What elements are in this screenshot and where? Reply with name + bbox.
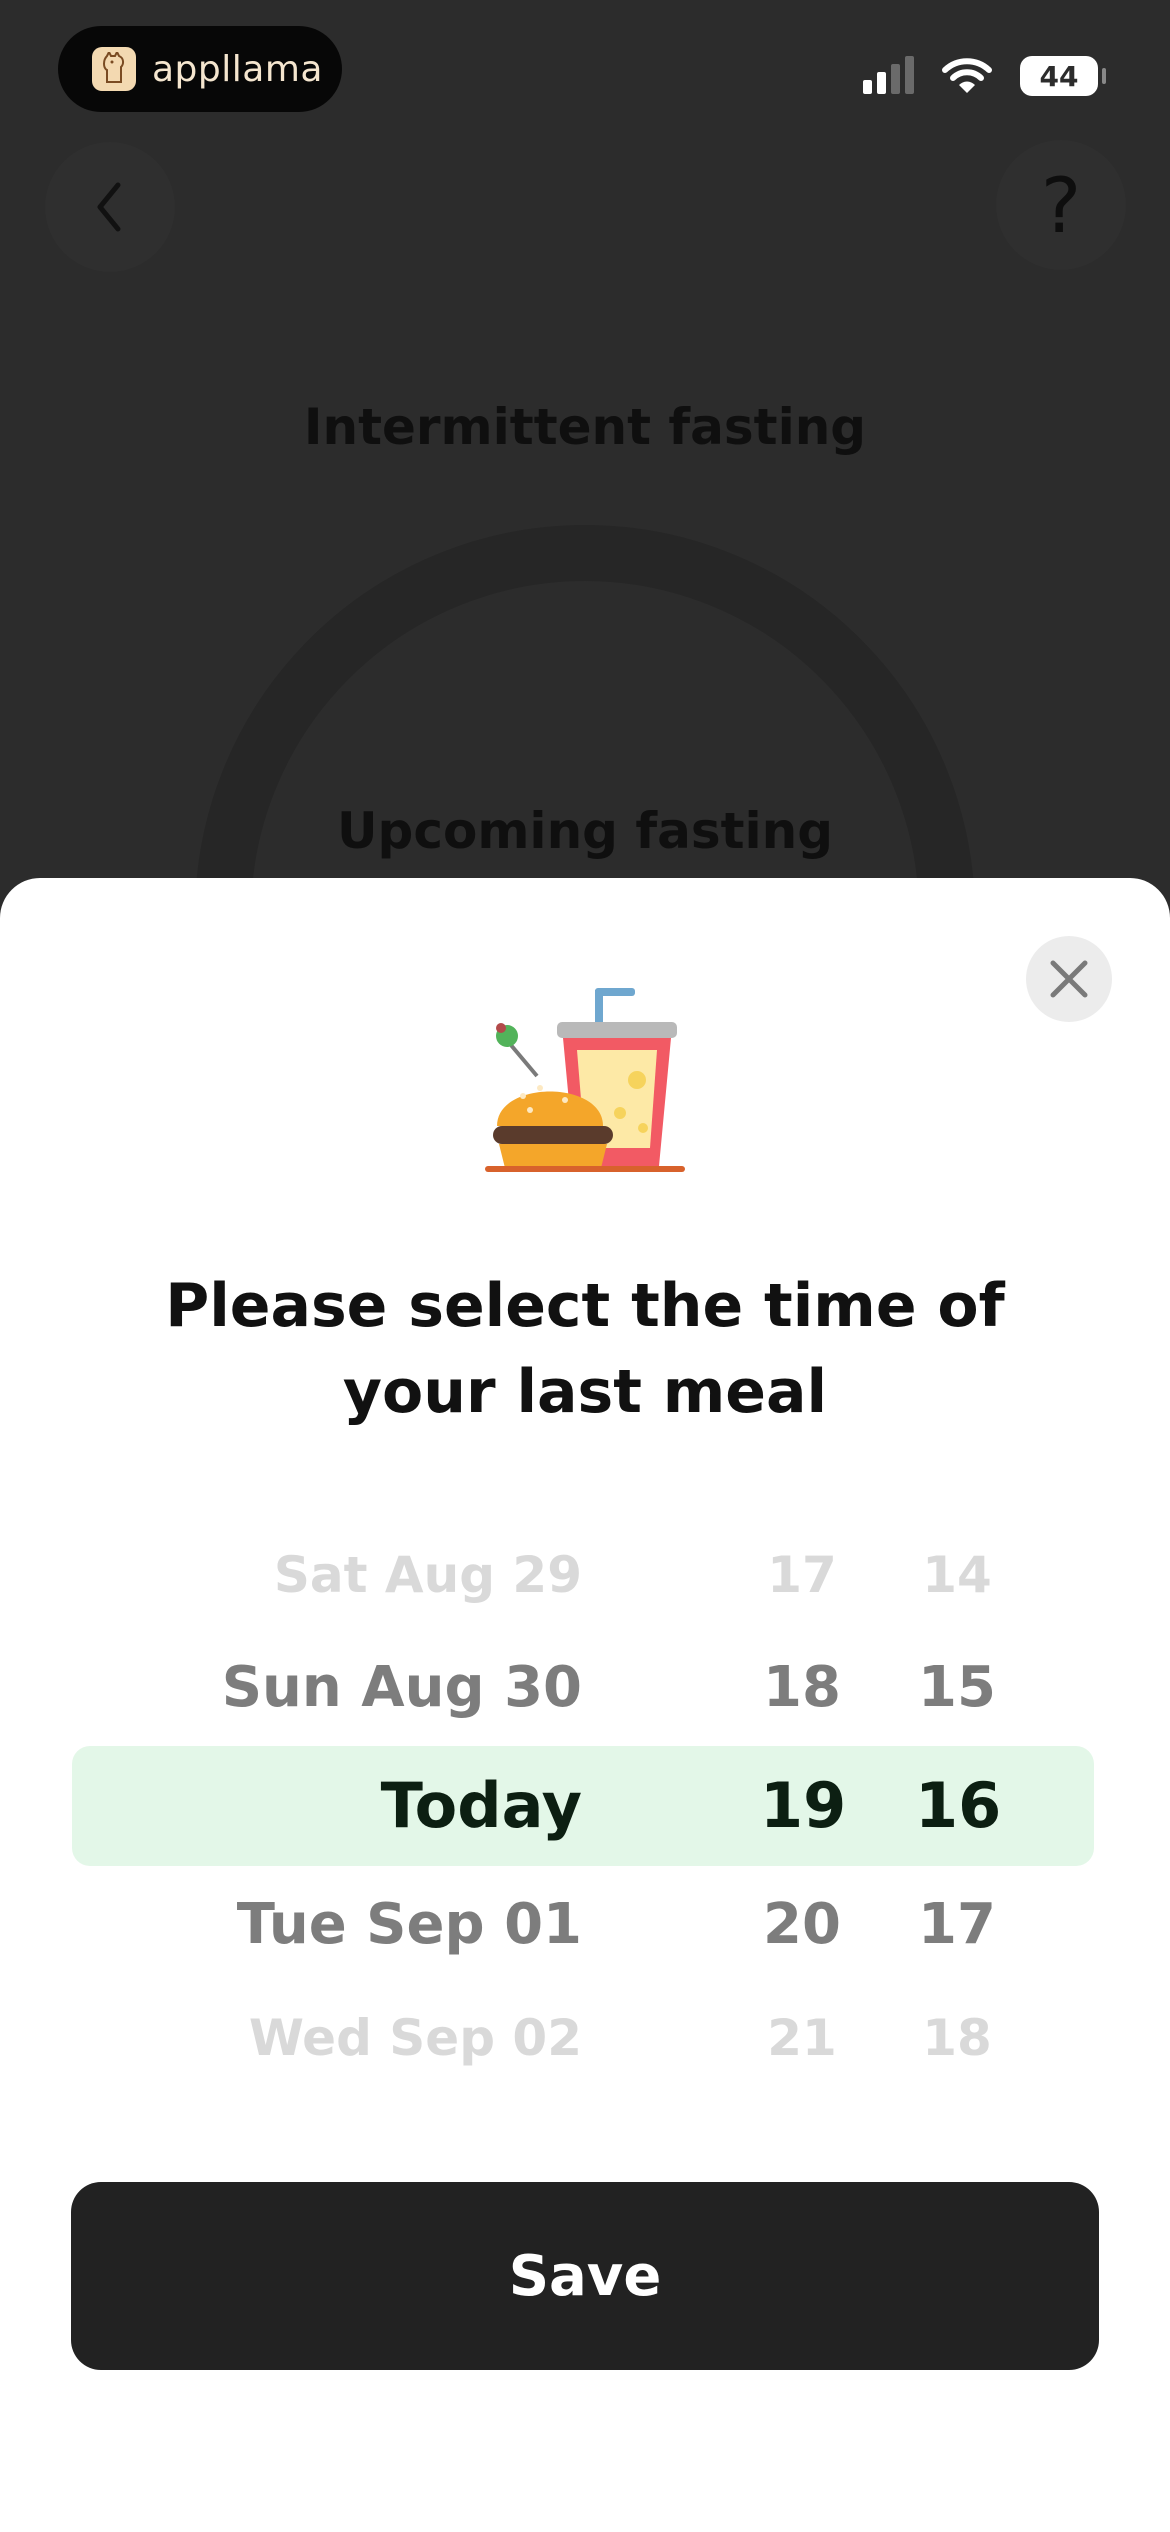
close-icon: [1050, 960, 1088, 998]
picker-hour[interactable]: 21: [760, 2009, 844, 2067]
save-button[interactable]: Save: [71, 2182, 1099, 2370]
brand-name: appllama: [152, 48, 323, 90]
picker-minute[interactable]: 17: [915, 1892, 999, 1957]
datetime-picker[interactable]: Sat Aug 29 17 14 Sun Aug 30 18 15 Today …: [0, 1518, 1170, 2078]
app-badge: appllama: [58, 26, 342, 112]
sheet-heading: Please select the time of your last meal: [165, 1271, 1005, 1427]
help-label: ?: [1040, 160, 1082, 250]
picker-hour[interactable]: 18: [760, 1655, 844, 1720]
picker-date-selected[interactable]: Today: [381, 1769, 582, 1842]
picker-date[interactable]: Sun Aug 30: [222, 1655, 582, 1720]
picker-minute[interactable]: 14: [915, 1546, 999, 1604]
picker-minute-selected[interactable]: 16: [915, 1769, 1001, 1842]
picker-minute[interactable]: 15: [915, 1655, 999, 1720]
fasting-status-label: Upcoming fasting: [336, 802, 834, 860]
select-time-sheet: Please select the time of your last meal…: [0, 878, 1170, 2532]
back-button[interactable]: [45, 142, 175, 272]
burger-and-drink-icon: [485, 988, 685, 1172]
picker-row[interactable]: Tue Sep 01 20 17: [0, 1868, 1170, 1981]
wifi-icon: [942, 58, 992, 93]
picker-minute[interactable]: 18: [915, 2009, 999, 2067]
picker-date[interactable]: Sat Aug 29: [274, 1546, 582, 1604]
picker-row-selected[interactable]: Today 19 16: [0, 1749, 1170, 1862]
close-button[interactable]: [1026, 936, 1112, 1022]
help-button[interactable]: ?: [996, 140, 1126, 270]
cellular-signal-icon: [863, 56, 914, 94]
page-title: Intermittent fasting: [303, 398, 867, 456]
status-icons: 44: [863, 56, 1106, 96]
picker-row[interactable]: Sat Aug 29 17 14: [0, 1518, 1170, 1631]
chevron-left-icon: [97, 182, 121, 232]
picker-hour-selected[interactable]: 19: [760, 1769, 846, 1842]
picker-date[interactable]: Tue Sep 01: [237, 1892, 582, 1957]
picker-row[interactable]: Wed Sep 02 21 18: [0, 1981, 1170, 2094]
picker-row[interactable]: Sun Aug 30 18 15: [0, 1631, 1170, 1744]
battery-icon: 44: [1020, 56, 1106, 96]
picker-date[interactable]: Wed Sep 02: [249, 2009, 582, 2067]
llama-logo-icon: [92, 47, 136, 91]
picker-hour[interactable]: 20: [760, 1892, 844, 1957]
picker-hour[interactable]: 17: [760, 1546, 844, 1604]
